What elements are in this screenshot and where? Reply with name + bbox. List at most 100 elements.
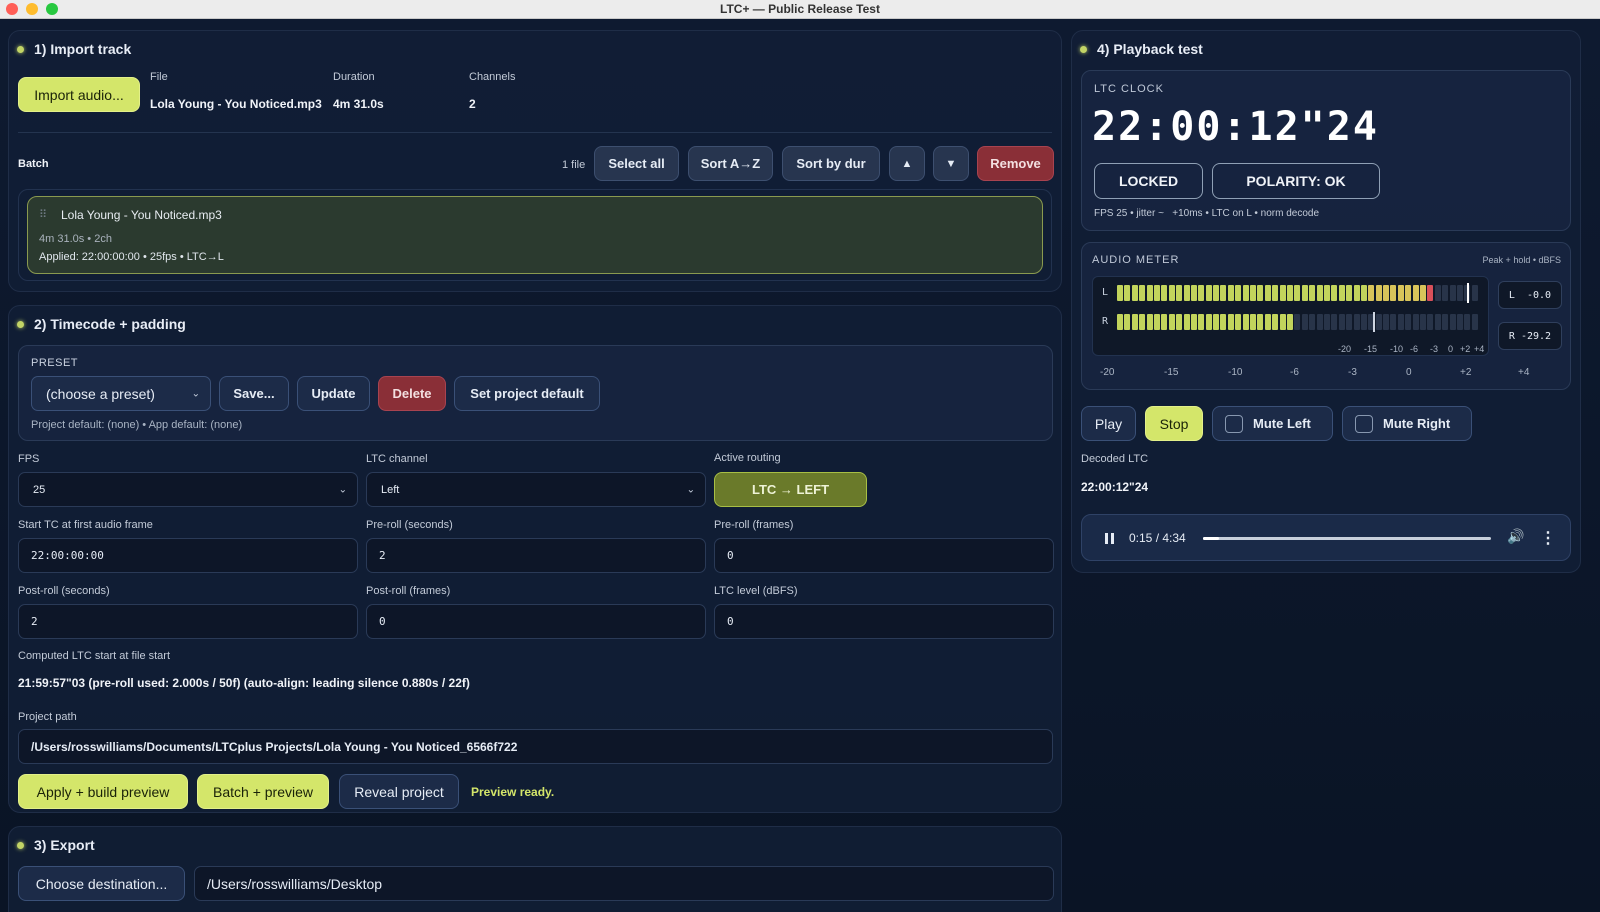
defaults-note: Project default: (none) • App default: (… [31,419,243,431]
meter-segment [1286,285,1293,301]
preroll-frames-label: Pre-roll (frames) [714,519,794,531]
import-audio-button[interactable]: Import audio... [18,77,140,112]
import-panel-header: 1) Import track [17,41,131,57]
duration-value: 4m 31.0s [333,97,384,111]
apply-build-preview-button[interactable]: Apply + build preview [18,774,188,809]
batch-list-item[interactable]: ⠿ Lola Young - You Noticed.mp3 4m 31.0s … [27,196,1043,274]
preroll-seconds-input[interactable]: 2 [366,538,706,573]
preroll-frames-input[interactable]: 0 [714,538,1054,573]
window-title: LTC+ — Public Release Test [720,2,880,16]
minimize-window-button[interactable] [26,3,38,15]
meter-segment [1124,314,1131,330]
meter-segment [1375,285,1382,301]
meter-segment [1190,314,1197,330]
meter-tick-label: +4 [1474,344,1485,354]
checkbox-icon[interactable] [1355,414,1373,433]
mute-right-label: Mute Right [1383,416,1451,431]
meter-segment [1220,285,1227,301]
ltc-clock-value: 22:00:12"24 [1092,104,1379,150]
computed-value: 21:59:57"03 (pre-roll used: 2.000s / 50f… [18,676,470,690]
ltc-channel-select[interactable]: Left ⌄ [366,472,706,507]
meter-scale-label: -10 [1228,367,1243,378]
ltc-channel-value: Left [381,483,400,496]
postroll-frames-value: 0 [379,615,386,628]
ltc-clock-card: LTC CLOCK 22:00:12"24 LOCKED POLARITY: O… [1081,70,1571,231]
sort-az-button[interactable]: Sort A→Z [688,146,773,181]
meter-segment [1139,285,1146,301]
meter-segment [1235,285,1242,301]
routing-badge: LTC → LEFT [714,472,867,507]
meter-segment [1250,285,1257,301]
ltc-channel-label: LTC channel [366,453,428,465]
project-path-field[interactable]: /Users/rosswilliams/Documents/LTCplus Pr… [18,729,1053,764]
meter-segment [1434,285,1441,301]
audio-meter-card: AUDIO METER Peak + hold • dBFS L R -20 -1… [1081,242,1571,390]
delete-preset-button[interactable]: Delete [378,376,446,411]
close-window-button[interactable] [6,3,18,15]
reveal-project-button[interactable]: Reveal project [339,774,459,809]
meter-bar-right [1117,314,1479,330]
sort-duration-button[interactable]: Sort by dur [782,146,880,181]
meter-segment [1227,314,1234,330]
select-all-button[interactable]: Select all [594,146,679,181]
mute-left-label: Mute Left [1253,416,1311,431]
preview-status: Preview ready. [471,785,555,799]
postroll-seconds-input[interactable]: 2 [18,604,358,639]
divider [18,132,1052,133]
preset-select[interactable]: (choose a preset) ⌄ [31,376,211,411]
start-tc-input[interactable]: 22:00:00:00 [18,538,358,573]
timecode-title: 2) Timecode + padding [34,316,186,332]
meter-segment [1420,314,1427,330]
choose-destination-button[interactable]: Choose destination... [18,866,185,901]
more-options-icon[interactable]: ⋮ [1540,528,1556,548]
ltc-clock-label: LTC CLOCK [1094,83,1164,95]
window-titlebar: LTC+ — Public Release Test [0,0,1600,19]
meter-scale-label: -15 [1164,367,1179,378]
meter-segment [1397,285,1404,301]
player-progress-track[interactable] [1203,537,1491,540]
checkbox-icon[interactable] [1225,414,1243,433]
zoom-window-button[interactable] [46,3,58,15]
meter-segment [1346,285,1353,301]
mute-right-toggle[interactable]: Mute Right [1342,406,1472,441]
meter-segment [1405,285,1412,301]
move-up-button[interactable]: ▲ [889,146,925,181]
drag-handle-icon[interactable]: ⠿ [39,208,47,221]
meter-segment [1161,285,1168,301]
meter-segment [1412,285,1419,301]
pause-icon[interactable] [1105,533,1114,544]
batch-item-name: Lola Young - You Noticed.mp3 [61,208,222,222]
meter-scale-label: -6 [1290,367,1299,378]
fps-select[interactable]: 25 ⌄ [18,472,358,507]
remove-button[interactable]: Remove [977,146,1054,181]
meter-tick-label: +2 [1460,344,1471,354]
move-down-button[interactable]: ▼ [933,146,969,181]
decoded-ltc-value: 22:00:12"24 [1081,480,1149,494]
batch-preview-button[interactable]: Batch + preview [197,774,329,809]
meter-segment [1272,285,1279,301]
fps-label: FPS [18,453,40,465]
save-preset-button[interactable]: Save... [219,376,289,411]
meter-segment [1383,314,1390,330]
meter-segment [1316,314,1323,330]
ltc-level-input[interactable]: 0 [714,604,1054,639]
meter-scale-label: +4 [1518,367,1530,378]
set-project-default-button[interactable]: Set project default [454,376,600,411]
volume-icon[interactable]: 🔊 [1507,528,1524,545]
mute-left-toggle[interactable]: Mute Left [1212,406,1333,441]
batch-item-applied: Applied: 22:00:00:00 • 25fps • LTC→L [39,251,224,263]
meter-segment [1117,285,1123,301]
meter-channel-l: L [1102,287,1109,298]
meter-segment [1323,285,1330,301]
meter-segment [1383,285,1390,301]
meter-segment [1471,314,1478,330]
meter-segment [1286,314,1293,330]
status-dot-icon [17,45,24,53]
play-button[interactable]: Play [1081,406,1136,441]
destination-field[interactable]: /Users/rosswilliams/Desktop [194,866,1054,901]
stop-button[interactable]: Stop [1145,406,1203,441]
postroll-frames-input[interactable]: 0 [366,604,706,639]
meter-segment [1168,285,1175,301]
update-preset-button[interactable]: Update [297,376,370,411]
meter-segment [1420,285,1427,301]
